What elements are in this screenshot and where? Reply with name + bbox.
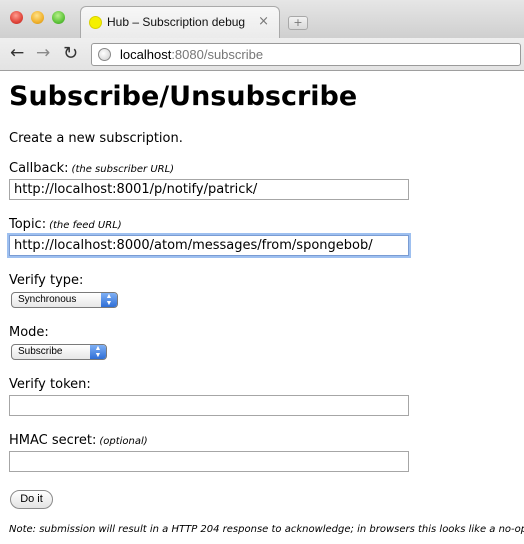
verify-token-input[interactable]	[9, 395, 409, 416]
tab-close-icon[interactable]: ×	[258, 14, 269, 29]
globe-icon	[98, 48, 111, 61]
hmac-secret-label: HMAC secret: (optional)	[9, 433, 148, 448]
back-arrow-icon[interactable]: ←	[10, 45, 24, 62]
mode-selected: Subscribe	[18, 346, 63, 357]
browser-toolbar: ← → ↻ localhost:8080/subscribe	[0, 38, 524, 71]
verify-type-selected: Synchronous	[18, 294, 77, 305]
verify-token-label: Verify token:	[9, 377, 91, 392]
url-host: localhost	[120, 47, 172, 62]
callback-label: Callback: (the subscriber URL)	[9, 161, 174, 176]
topic-label: Topic: (the feed URL)	[9, 217, 122, 232]
intro-text: Create a new subscription.	[9, 131, 183, 146]
hmac-secret-hint: (optional)	[99, 436, 148, 447]
url-path: :8080/subscribe	[171, 47, 264, 62]
submit-button[interactable]: Do it	[10, 490, 53, 509]
verify-type-select[interactable]: Synchronous ▲ ▼	[11, 292, 118, 308]
callback-input[interactable]: http://localhost:8001/p/notify/patrick/	[9, 179, 409, 200]
forward-arrow-icon[interactable]: →	[36, 45, 50, 62]
tab-title: Hub – Subscription debug	[107, 15, 246, 29]
verify-type-label: Verify type:	[9, 273, 84, 288]
new-tab-button[interactable]: +	[288, 16, 308, 30]
mode-select[interactable]: Subscribe ▲ ▼	[11, 344, 107, 360]
select-arrows-icon: ▲ ▼	[90, 345, 106, 359]
close-window-button[interactable]	[10, 11, 23, 24]
address-bar[interactable]: localhost:8080/subscribe	[91, 43, 521, 66]
favicon-icon	[89, 16, 102, 29]
zoom-window-button[interactable]	[52, 11, 65, 24]
address-url[interactable]: localhost:8080/subscribe	[120, 47, 263, 62]
minimize-window-button[interactable]	[31, 11, 44, 24]
submission-note: Note: submission will result in a HTTP 2…	[9, 524, 524, 535]
hmac-secret-input[interactable]	[9, 451, 409, 472]
callback-label-text: Callback:	[9, 161, 69, 176]
page-title: Subscribe/Unsubscribe	[9, 81, 358, 112]
topic-hint: (the feed URL)	[49, 220, 122, 231]
callback-hint: (the subscriber URL)	[71, 164, 175, 175]
window-titlebar: Hub – Subscription debug × +	[0, 0, 524, 38]
select-arrows-icon: ▲ ▼	[101, 293, 117, 307]
browser-tab[interactable]: Hub – Subscription debug ×	[80, 6, 280, 38]
topic-label-text: Topic:	[9, 217, 47, 232]
mode-label: Mode:	[9, 325, 49, 340]
reload-icon[interactable]: ↻	[63, 45, 78, 63]
hmac-secret-label-text: HMAC secret:	[9, 433, 97, 448]
topic-input[interactable]: http://localhost:8000/atom/messages/from…	[9, 235, 409, 256]
